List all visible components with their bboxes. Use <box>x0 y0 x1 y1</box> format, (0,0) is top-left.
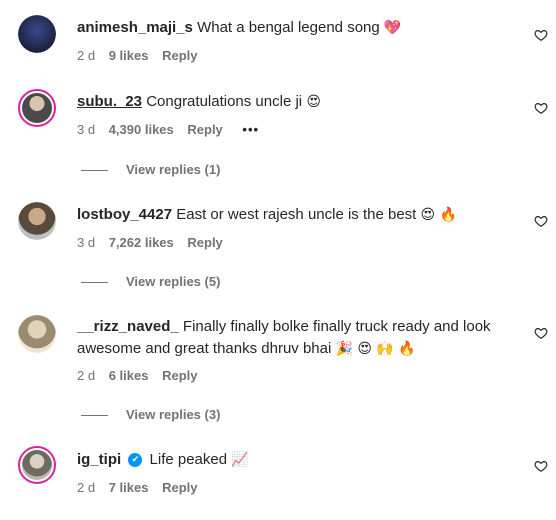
comment-username[interactable]: animesh_maji_s <box>77 19 193 36</box>
reply-button[interactable]: Reply <box>162 48 197 63</box>
comment-username[interactable]: lostboy_4427 <box>77 206 172 223</box>
comment-likes[interactable]: 6 likes <box>109 368 149 383</box>
comment-username[interactable]: subu._23 <box>77 93 142 110</box>
comment-text: What a bengal legend song <box>197 19 380 36</box>
avatar[interactable] <box>18 446 56 484</box>
comment-time: 3 d <box>77 122 96 137</box>
comment-time: 2 d <box>77 48 96 63</box>
view-replies-button[interactable]: View replies (3) <box>81 407 220 422</box>
reply-button[interactable]: Reply <box>187 235 222 250</box>
comment-text-line: animesh_maji_s What a bengal legend song… <box>77 18 401 38</box>
reply-button[interactable]: Reply <box>187 122 222 137</box>
comment-meta: 3 d 7,262 likes Reply <box>77 235 233 250</box>
comment-time: 2 d <box>77 368 96 383</box>
reply-button[interactable]: Reply <box>162 368 197 383</box>
heart-icon[interactable] <box>534 28 548 42</box>
heart-icon[interactable] <box>534 214 548 228</box>
reply-button[interactable]: Reply <box>162 480 197 495</box>
comment-likes[interactable]: 9 likes <box>109 48 149 63</box>
replies-divider <box>81 170 108 172</box>
view-replies-label: View replies (1) <box>126 162 221 177</box>
comment-text-line: ig_tipi ✔ Life peaked 📈 <box>77 450 249 470</box>
avatar[interactable] <box>18 15 56 53</box>
comment-username[interactable]: ig_tipi <box>77 451 121 468</box>
comment-time: 3 d <box>77 235 96 250</box>
avatar[interactable] <box>18 89 56 127</box>
heart-icon[interactable] <box>534 326 548 340</box>
comment-text: Life peaked <box>149 451 228 468</box>
view-replies-button[interactable]: View replies (5) <box>81 274 220 289</box>
comment-emoji: 😍 <box>306 94 321 110</box>
view-replies-label: View replies (5) <box>126 274 221 289</box>
comment-text-line: __rizz_naved_ Finally finally bolke fina… <box>77 316 517 360</box>
comment-text: East or west rajesh uncle is the best <box>176 206 417 223</box>
comment-text-line: lostboy_4427 East or west rajesh uncle i… <box>77 205 457 225</box>
comment-emoji: 💖 <box>383 20 402 36</box>
comment-username[interactable]: __rizz_naved_ <box>77 318 179 335</box>
avatar[interactable] <box>18 202 56 240</box>
comment-text-line: subu._23 Congratulations uncle ji 😍 <box>77 92 321 112</box>
comment-emoji: 📈 <box>231 452 249 468</box>
replies-divider <box>81 282 108 284</box>
comment-meta: 2 d 7 likes Reply <box>77 480 208 495</box>
comment-time: 2 d <box>77 480 96 495</box>
comment-emoji: 🎉 😍 🙌 🔥 <box>335 341 416 357</box>
avatar[interactable] <box>18 315 56 353</box>
comment-meta: 2 d 9 likes Reply <box>77 48 208 63</box>
view-replies-label: View replies (3) <box>126 407 221 422</box>
comment-likes[interactable]: 4,390 likes <box>109 122 174 137</box>
verified-badge-icon: ✔ <box>128 453 143 468</box>
view-replies-button[interactable]: View replies (1) <box>81 162 220 177</box>
heart-icon[interactable] <box>534 101 548 115</box>
comment-text: Congratulations uncle ji <box>146 93 303 110</box>
comment-emoji: 😍 🔥 <box>420 207 457 223</box>
comment-likes[interactable]: 7,262 likes <box>109 235 174 250</box>
comment-meta: 3 d 4,390 likes Reply ••• <box>77 122 269 137</box>
comment-meta: 2 d 6 likes Reply <box>77 368 208 383</box>
more-options-icon[interactable]: ••• <box>242 122 259 137</box>
replies-divider <box>81 415 108 417</box>
heart-icon[interactable] <box>534 459 548 473</box>
comment-likes[interactable]: 7 likes <box>109 480 149 495</box>
